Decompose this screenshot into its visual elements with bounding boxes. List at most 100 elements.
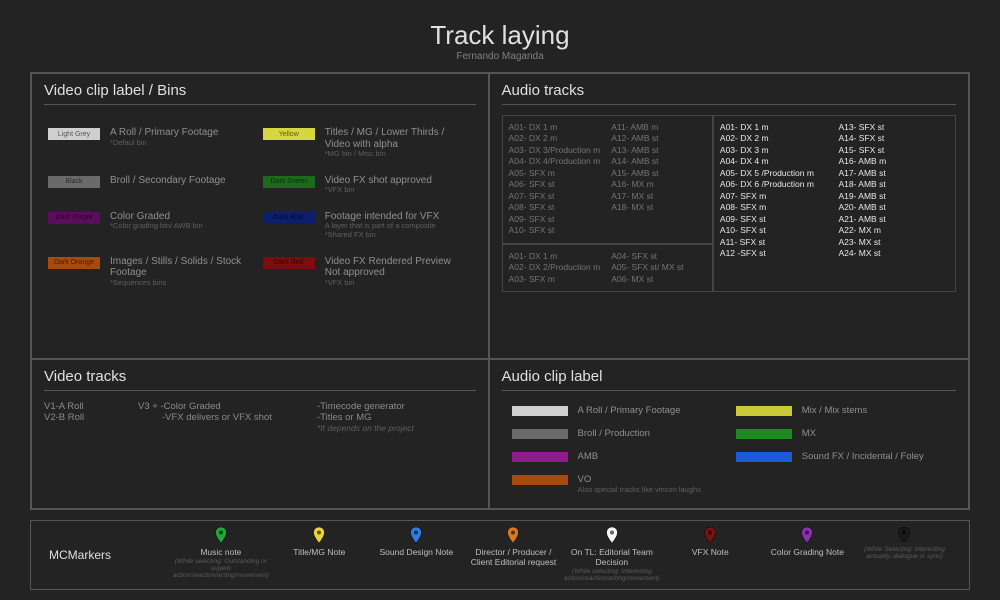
page-title: Track laying bbox=[30, 20, 970, 51]
video-clip-grid: Light GreyA Roll / Primary Footage*Defau… bbox=[44, 115, 476, 291]
audio-clip-label: VO bbox=[578, 474, 701, 485]
panel-video-tracks: Video tracks V1-A Roll V2-B Roll V3 + -C… bbox=[31, 359, 489, 509]
video-clip-note: *VFX bin bbox=[325, 279, 451, 288]
audio-track-entry: A06- SFX st bbox=[509, 179, 604, 190]
video-clip-text: Color Graded*Color grading bin/ AWB bin bbox=[110, 211, 203, 231]
map-pin-icon bbox=[410, 527, 422, 545]
video-clip-label: Broll / Secondary Footage bbox=[110, 175, 226, 187]
audio-track-entry: A18- AMB st bbox=[838, 179, 949, 190]
audio-track-entry: A02- DX 2 m bbox=[720, 133, 831, 144]
video-clip-text: Video FX Rendered PreviewNot approved*VF… bbox=[325, 256, 451, 288]
audio-track-entry: A01- DX 1 m bbox=[509, 122, 604, 133]
color-swatch: Dark Green bbox=[263, 176, 315, 188]
audio-track-entry: A01- DX 1 m bbox=[720, 122, 831, 133]
map-pin-icon bbox=[704, 527, 716, 545]
video-clip-item: Dark BlueFootage intended for VFXA layer… bbox=[263, 211, 472, 240]
color-swatch: Dark Purple bbox=[48, 212, 100, 224]
audio-tracks-box: A01- DX 1 mA02- DX 2 mA03- DX 3/Producti… bbox=[502, 115, 956, 292]
audio-clip-label: Sound FX / Incidental / Foley bbox=[802, 451, 924, 462]
audio-clip-label: Mix / Mix stems bbox=[802, 405, 867, 416]
audio-clip-note: Also special tracks like vincon laughs bbox=[578, 485, 701, 494]
map-pin-icon bbox=[898, 527, 910, 545]
audio-track-entry: A20- AMB st bbox=[838, 202, 949, 213]
audio-track-entry: A06- DX 6 /Production m bbox=[720, 179, 831, 190]
panel-title: Audio tracks bbox=[502, 82, 956, 105]
video-tracks-col1: V1-A Roll V2-B Roll bbox=[44, 401, 134, 433]
color-swatch: Black bbox=[48, 176, 100, 188]
audio-track-entry: A13- SFX st bbox=[838, 122, 949, 133]
panel-audio-tracks: Audio tracks A01- DX 1 mA02- DX 2 mA03- … bbox=[489, 73, 969, 359]
audio-track-entry: A02- DX 2 m bbox=[509, 133, 604, 144]
audio-clip-item: Sound FX / Incidental / Foley bbox=[736, 451, 946, 462]
marker-label: Music note bbox=[200, 547, 241, 557]
map-pin-icon bbox=[313, 527, 325, 545]
video-clip-label: Video FX Rendered PreviewNot approved bbox=[325, 256, 451, 279]
audio-clip-label: MX bbox=[802, 428, 816, 439]
marker-note: (While selecting: Outstanding or superb … bbox=[173, 559, 269, 579]
audio-clip-item: A Roll / Primary Footage bbox=[512, 405, 722, 416]
audio-track-entry: A04- DX 4/Production m bbox=[509, 156, 604, 167]
video-clip-text: Footage intended for VFXA layer that is … bbox=[325, 211, 440, 240]
map-pin-icon bbox=[801, 527, 813, 545]
video-clip-text: A Roll / Primary Footage*Defaul bin bbox=[110, 127, 218, 147]
video-clip-item: Dark Green Video FX shot approved*VFX bin bbox=[263, 175, 472, 195]
color-swatch: Yellow bbox=[263, 128, 315, 140]
audio-track-entry: A21- AMB st bbox=[838, 214, 949, 225]
audio-track-entry: A11- AMB m bbox=[611, 122, 706, 133]
audio-track-entry: A11- SFX st bbox=[720, 237, 831, 248]
audio-track-entry: A19- AMB st bbox=[838, 191, 949, 202]
panel-mcmarkers: MCMarkers Music note(While selecting: Ou… bbox=[30, 520, 970, 590]
audio-tracks-subpanel-c: A01- DX 1 mA02- DX 2 mA03- DX 3 mA04- DX… bbox=[713, 115, 956, 292]
audio-clip-item: MX bbox=[736, 428, 946, 439]
video-clip-item: Black Broll / Secondary Footage bbox=[48, 175, 257, 195]
audio-track-entry: A24- MX st bbox=[838, 248, 949, 259]
marker-item: On TL: Editorial Team Decision(While sel… bbox=[564, 527, 660, 583]
audio-track-entry: A16- AMB m bbox=[838, 156, 949, 167]
marker-note: (While Selecting: Interesting actuality,… bbox=[858, 547, 951, 561]
map-pin-icon bbox=[606, 527, 618, 545]
video-clip-text: Titles / MG / Lower Thirds / Video with … bbox=[325, 127, 472, 159]
map-pin-icon bbox=[507, 527, 519, 545]
video-tracks-content: V1-A Roll V2-B Roll V3 + -Color Graded -… bbox=[44, 401, 476, 433]
audio-track-entry: A04- DX 4 m bbox=[720, 156, 831, 167]
color-swatch bbox=[512, 406, 568, 416]
marker-note: (While selecting: Interesting action/rea… bbox=[564, 569, 660, 583]
video-clip-item: Light GreyA Roll / Primary Footage*Defau… bbox=[48, 127, 257, 159]
color-swatch bbox=[512, 452, 568, 462]
audio-track-entry: A10- SFX st bbox=[720, 225, 831, 236]
audio-track-entry: A03- DX 3/Production m bbox=[509, 145, 604, 156]
audio-track-entry: A14- AMB st bbox=[611, 156, 706, 167]
page-subtitle: Fernando Maganda bbox=[30, 51, 970, 62]
audio-track-entry: A23- MX st bbox=[838, 237, 949, 248]
video-clip-text: Broll / Secondary Footage bbox=[110, 175, 226, 187]
audio-clip-label: Broll / Production bbox=[578, 428, 650, 439]
audio-track-entry: A08- SFX m bbox=[720, 202, 831, 213]
audio-track-entry: A05- SFX st/ MX st bbox=[611, 262, 706, 273]
panel-audio-clip-label: Audio clip label A Roll / Primary Footag… bbox=[489, 359, 969, 509]
audio-track-entry: A05- SFX m bbox=[509, 168, 604, 179]
audio-track-entry: A12 -SFX st bbox=[720, 248, 831, 259]
marker-label: Sound Design Note bbox=[380, 547, 454, 557]
marker-row: Music note (While selecting: Outstanding … bbox=[173, 527, 951, 583]
audio-track-entry: A01- DX 1 m bbox=[509, 251, 604, 262]
audio-track-entry: A09- SFX st bbox=[720, 214, 831, 225]
audio-clip-item: VOAlso special tracks like vincon laughs bbox=[512, 474, 722, 494]
audio-track-entry: A10- SFX st bbox=[509, 225, 604, 236]
video-clip-item: Yellow Titles / MG / Lower Thirds / Video… bbox=[263, 127, 472, 159]
audio-track-entry: A03- DX 3 m bbox=[720, 145, 831, 156]
video-clip-text: Video FX shot approved*VFX bin bbox=[325, 175, 432, 195]
page-root: Track laying Fernando Maganda Video clip… bbox=[0, 0, 1000, 600]
marker-label: VFX Note bbox=[692, 547, 729, 557]
marker-item: VFX Note bbox=[664, 527, 757, 583]
video-clip-note: *Defaul bin bbox=[110, 139, 218, 148]
panel-title: Video clip label / Bins bbox=[44, 82, 476, 105]
marker-label: Title/MG Note bbox=[293, 547, 345, 557]
audio-track-entry: A09- SFX st bbox=[509, 214, 604, 225]
audio-track-entry: A17- AMB st bbox=[838, 168, 949, 179]
video-clip-note: *Sequences bins bbox=[110, 279, 257, 288]
video-clip-label: Titles / MG / Lower Thirds / Video with … bbox=[325, 127, 472, 150]
audio-track-entry: A07- SFX m bbox=[720, 191, 831, 202]
video-clip-note: *MG bin / Misc bin bbox=[325, 150, 472, 159]
audio-tracks-subpanel-b: A01- DX 1 mA02- DX 2/Production mA03- SF… bbox=[502, 244, 713, 292]
audio-track-entry: A05- DX 5 /Production m bbox=[720, 168, 831, 179]
